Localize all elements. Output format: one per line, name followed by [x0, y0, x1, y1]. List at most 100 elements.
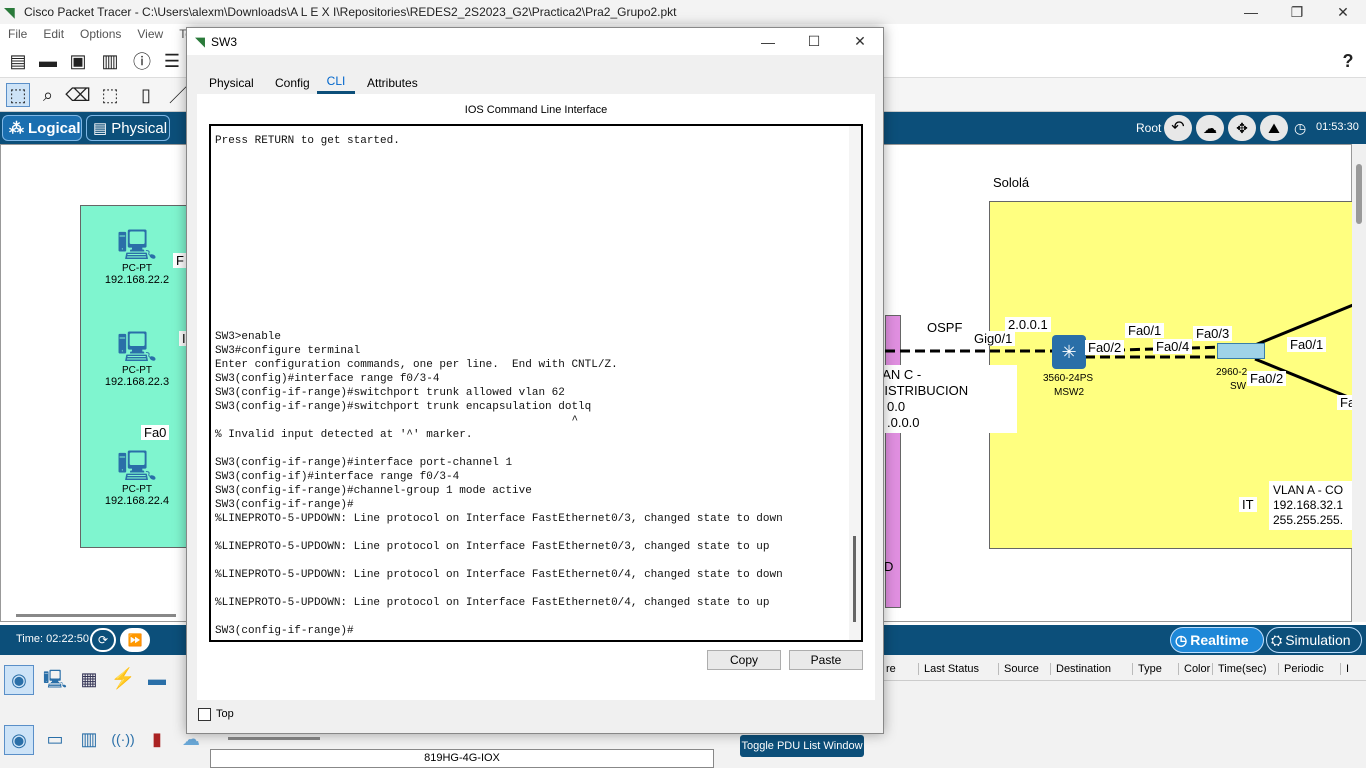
clock-icon: ◷	[1294, 120, 1307, 136]
cli-terminal[interactable]: Press RETURN to get started. SW3>enable …	[209, 124, 863, 642]
tab-config[interactable]: Config	[273, 72, 312, 94]
menu-options[interactable]: Options	[80, 27, 121, 41]
simulation-button[interactable]: ⛭ Simulation	[1266, 627, 1362, 653]
cli-panel: IOS Command Line Interface Press RETURN …	[197, 94, 875, 700]
connections-icon[interactable]: ⚡	[108, 665, 138, 695]
tab-physical[interactable]: Physical	[207, 72, 256, 94]
paste-button[interactable]: Paste	[789, 650, 863, 670]
pdu-col-source: Source	[998, 662, 1050, 675]
components-icon[interactable]: ▦	[74, 665, 104, 695]
note-icon[interactable]: ▯	[134, 83, 158, 107]
menu-edit[interactable]: Edit	[43, 27, 64, 41]
network-devices-icon[interactable]: ◉	[4, 665, 34, 695]
cli-scrollbar[interactable]	[849, 126, 861, 640]
dialog-title: SW3	[211, 34, 238, 49]
port-label: Fa0	[141, 425, 170, 440]
select-icon[interactable]: ⬚	[6, 83, 30, 107]
pdu-table-header: re Last Status Source Destination Type C…	[874, 657, 1366, 681]
device-model: 3560-24PS	[1043, 373, 1094, 384]
security-icon[interactable]: ▮	[142, 725, 172, 755]
hubs-icon[interactable]: ▥	[74, 725, 104, 755]
resize-icon[interactable]: ⬚	[98, 83, 122, 107]
cli-scroll-thumb[interactable]	[853, 536, 856, 622]
physical-icon: ▤	[93, 120, 108, 137]
device-name: MSW2	[1054, 387, 1084, 398]
switches-icon[interactable]: ▭	[40, 725, 70, 755]
canvas-vertical-scrollbar[interactable]	[1352, 144, 1366, 622]
save-icon[interactable]: ▣	[66, 49, 90, 73]
port-label: Fa0/1	[1125, 323, 1165, 338]
wizard-icon[interactable]: ☰	[160, 49, 184, 73]
switch-icon[interactable]	[1217, 343, 1265, 359]
port-label: Gig0/1	[971, 331, 1016, 346]
packet-tracer-logo-icon: ◥	[195, 33, 205, 49]
wireless-icon[interactable]: ((·))	[108, 725, 138, 755]
logical-view-button[interactable]: ⁂ Logical	[2, 115, 82, 141]
viewport-icon[interactable]: ⛰	[1260, 115, 1288, 141]
power-cycle-icon[interactable]: ⟳	[90, 628, 116, 652]
area-title-solola: Sololá	[993, 175, 1030, 190]
pc-icon: 🖳	[116, 450, 158, 483]
it-label: IT	[1239, 497, 1257, 512]
menu-file[interactable]: File	[8, 27, 27, 41]
tab-attributes[interactable]: Attributes	[365, 72, 420, 94]
cli-heading: IOS Command Line Interface	[464, 104, 608, 116]
port-label: Fa0/1	[1287, 337, 1327, 352]
info-icon[interactable]: ⓘ	[130, 49, 154, 73]
dialog-close-button[interactable]: ✕	[837, 30, 883, 54]
logical-icon: ⁂	[9, 120, 24, 137]
pdu-col-num: I	[1340, 662, 1360, 675]
main-close-button[interactable]: ✕	[1320, 0, 1366, 24]
selected-device-model: 819HG-4G-IOX	[210, 749, 714, 768]
root-label[interactable]: Root	[1136, 121, 1161, 135]
device-scroll-thumb[interactable]	[228, 737, 320, 740]
sw3-device-dialog: ◥ SW3 — ☐ ✕ Physical Config CLI Attribut…	[186, 27, 884, 734]
pdu-col-destination: Destination	[1050, 662, 1132, 675]
toggle-pdu-list-button[interactable]: Toggle PDU List Window	[740, 735, 864, 757]
vlan-c-note: LAN C - DISTRIBUCION 0.0 .0.0.0	[871, 365, 1017, 433]
end-devices-icon[interactable]: 🖳	[40, 665, 70, 695]
multilayer-switch-icon[interactable]: ✳	[1052, 335, 1086, 369]
clock-time: 01:53:30	[1316, 121, 1359, 133]
delete-icon[interactable]: ⌫	[65, 83, 90, 107]
main-maximize-button[interactable]: ❐	[1274, 0, 1320, 24]
help-icon[interactable]: ?	[1336, 49, 1360, 73]
open-folder-icon[interactable]: ▬	[36, 49, 60, 73]
device-model: 2960-2	[1216, 367, 1248, 378]
pdu-col-time: Time(sec)	[1212, 662, 1278, 675]
pdu-col-color: Color	[1178, 662, 1212, 675]
back-icon[interactable]: ↶	[1164, 115, 1192, 141]
tab-cli[interactable]: CLI	[317, 70, 355, 94]
pc-3[interactable]: 🖳 PC-PT 192.168.22.4	[77, 450, 197, 507]
fast-forward-icon[interactable]: ⏩	[120, 628, 150, 652]
new-file-icon[interactable]: ▤	[6, 49, 30, 73]
scroll-thumb[interactable]	[1356, 164, 1362, 224]
cloud-icon[interactable]: ☁	[1196, 115, 1224, 141]
print-icon[interactable]: ▥	[98, 49, 122, 73]
physical-view-button[interactable]: ▤ Physical	[86, 115, 170, 141]
port-label: Fa0/4	[1153, 339, 1193, 354]
dialog-minimize-button[interactable]: —	[745, 30, 791, 54]
menu-view[interactable]: View	[137, 27, 163, 41]
sim-time: Time: 02:22:50	[16, 633, 89, 645]
canvas-horizontal-scroll-thumb[interactable]	[16, 614, 176, 617]
routers-icon[interactable]: ◉	[4, 725, 34, 755]
misc-icon[interactable]: ▬	[142, 665, 172, 695]
top-checkbox-label: Top	[216, 708, 234, 720]
copy-button[interactable]: Copy	[707, 650, 781, 670]
main-minimize-button[interactable]: —	[1228, 0, 1274, 24]
realtime-button[interactable]: ◷ Realtime	[1170, 627, 1264, 653]
top-checkbox[interactable]	[198, 708, 211, 721]
main-title-bar: ◥ Cisco Packet Tracer - C:\Users\alexm\D…	[0, 0, 1366, 24]
pdu-col-type: Type	[1132, 662, 1178, 675]
cli-output: Press RETURN to get started. SW3>enable …	[215, 135, 783, 637]
dialog-title-bar: ◥ SW3 — ☐ ✕	[187, 28, 883, 55]
port-label: Fa0/2	[1247, 371, 1287, 386]
packet-tracer-logo-icon: ◥	[4, 4, 15, 20]
port-label: Fa0/3	[1193, 326, 1233, 341]
move-icon[interactable]: ✥	[1228, 115, 1256, 141]
dialog-maximize-button[interactable]: ☐	[791, 30, 837, 54]
port-label: F	[173, 253, 187, 268]
zoom-search-icon[interactable]: ⌕	[36, 83, 60, 107]
device-name: SW	[1230, 381, 1247, 392]
